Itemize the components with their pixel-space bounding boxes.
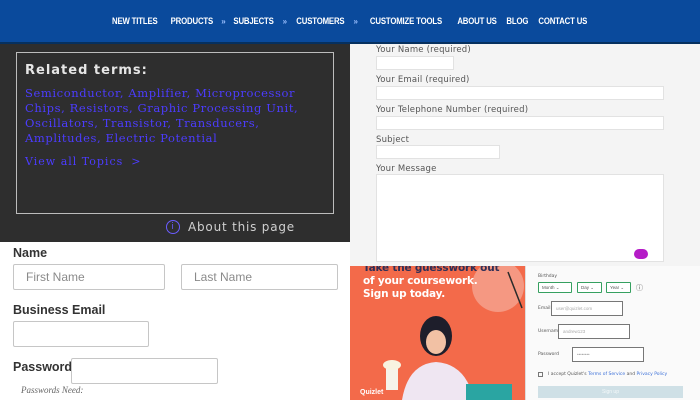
terms-and: and xyxy=(626,372,636,377)
signup-form: Name Business Email Password Passwords N… xyxy=(0,242,350,400)
grammar-check-icon[interactable] xyxy=(634,249,648,259)
month-select[interactable]: Month ⌄ xyxy=(538,282,572,293)
contact-form: Your Name (required) Your Email (require… xyxy=(350,44,700,266)
phone-input[interactable] xyxy=(376,116,664,130)
help-icon[interactable]: ⓘ xyxy=(636,283,643,293)
business-email-input[interactable] xyxy=(13,321,149,347)
phone-label: Your Telephone Number (required) xyxy=(376,105,529,115)
nav-item-products[interactable]: PRODUCTS xyxy=(170,16,213,27)
email-input[interactable] xyxy=(376,86,664,100)
name-label: Your Name (required) xyxy=(376,45,471,55)
message-label: Your Message xyxy=(376,164,437,174)
headline-line-2: of your coursework. xyxy=(363,275,478,287)
name-label: Name xyxy=(13,246,48,260)
password-input[interactable]: •••••••• xyxy=(572,347,644,362)
info-icon: i xyxy=(166,220,180,234)
about-label: About this page xyxy=(188,220,295,234)
top-navigation-bar: NEW TITLES PRODUCTS » SUBJECTS » CUSTOME… xyxy=(0,0,700,44)
password-requirements-hint: Passwords Need: xyxy=(21,385,84,395)
promo-banner: Take the guesswork out of your coursewor… xyxy=(350,266,525,400)
month-value: Month xyxy=(542,285,555,290)
related-terms-links[interactable]: Semiconductor, Amplifier, Microprocessor… xyxy=(25,86,325,146)
password-label: Password xyxy=(538,352,560,357)
subject-label: Subject xyxy=(376,135,410,145)
privacy-policy-link[interactable]: Privacy Policy xyxy=(637,372,668,377)
terms-prefix: I accept Quizlet's xyxy=(548,372,587,377)
nav-item-contact-us[interactable]: CONTACT US xyxy=(539,16,588,27)
view-all-label: View all Topics xyxy=(25,155,124,168)
nav-separator: » xyxy=(221,16,226,26)
name-input[interactable] xyxy=(376,56,454,70)
promo-headline: Take the guesswork out of your coursewor… xyxy=(363,266,513,301)
password-label: Password xyxy=(13,360,73,374)
nav-group: CUSTOMIZE TOOLS ABOUT US BLOG CONTACT US xyxy=(362,16,593,27)
related-terms-box: Related terms: Semiconductor, Amplifier,… xyxy=(16,52,334,214)
year-value: Year xyxy=(610,285,620,290)
nav-item-subjects[interactable]: SUBJECTS xyxy=(234,16,274,27)
headline-line-3: Sign up today. xyxy=(363,288,446,300)
nav-item-customers[interactable]: CUSTOMERS xyxy=(296,16,344,27)
terms-checkbox[interactable] xyxy=(538,372,543,377)
day-value: Day xyxy=(581,285,590,290)
birthday-label: Birthday xyxy=(538,274,558,279)
terms-text: I accept Quizlet's Terms of Service and … xyxy=(548,372,667,377)
email-input[interactable]: user@quizlet.com xyxy=(551,301,623,316)
last-name-input[interactable] xyxy=(181,264,338,290)
terms-of-service-link[interactable]: Terms of Service xyxy=(588,372,625,377)
quizlet-form: Birthday Month ⌄ Day ⌄ Year ⌄ ⓘ Email us… xyxy=(525,266,700,400)
nav-item-about-us[interactable]: ABOUT US xyxy=(457,16,497,27)
nav-item-customize-tools[interactable]: CUSTOMIZE TOOLS xyxy=(370,16,442,27)
message-textarea[interactable] xyxy=(376,174,664,262)
business-email-label: Business Email xyxy=(13,303,106,317)
first-name-input[interactable] xyxy=(13,264,165,290)
email-label: Email xyxy=(538,306,551,311)
nav-separator: » xyxy=(353,16,358,26)
headline-line-1: Take the guesswork out xyxy=(363,266,500,274)
chevron-right-icon: > xyxy=(131,155,142,168)
year-select[interactable]: Year ⌄ xyxy=(606,282,631,293)
nav-separator: » xyxy=(282,16,287,26)
subject-input[interactable] xyxy=(376,145,500,159)
related-terms-title: Related terms: xyxy=(25,63,148,78)
view-all-topics-link[interactable]: View all Topics > xyxy=(25,155,325,168)
about-this-page-link[interactable]: i About this page xyxy=(166,220,295,234)
related-terms-panel: Related terms: Semiconductor, Amplifier,… xyxy=(0,44,350,242)
nav-item-blog[interactable]: BLOG xyxy=(506,16,528,27)
nav-group: NEW TITLES PRODUCTS xyxy=(107,16,217,27)
quizlet-logo: Quizlet xyxy=(360,389,384,396)
day-select[interactable]: Day ⌄ xyxy=(577,282,602,293)
nav-item-new-titles[interactable]: NEW TITLES xyxy=(112,16,158,27)
username-input[interactable]: andrew123 xyxy=(558,324,630,339)
password-input[interactable] xyxy=(71,358,218,384)
sign-up-button[interactable]: Sign up xyxy=(538,386,683,398)
email-label: Your Email (required) xyxy=(376,75,470,85)
quizlet-signup-ad: Take the guesswork out of your coursewor… xyxy=(350,266,700,400)
